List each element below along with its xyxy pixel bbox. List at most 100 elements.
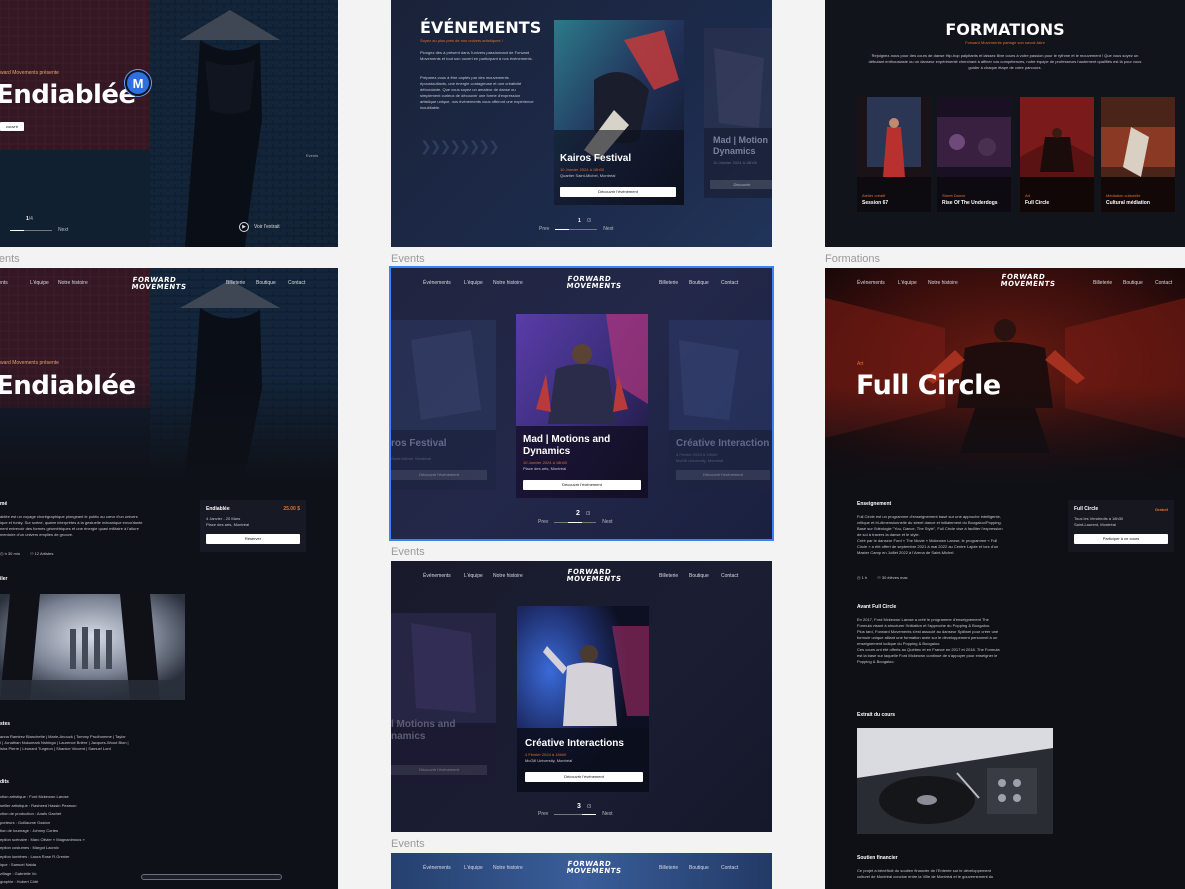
nav-billeterie[interactable]: Billeterie bbox=[659, 280, 678, 286]
carousel3-next-button[interactable]: Next bbox=[602, 811, 612, 817]
logo[interactable]: FORWARD MOVEMENTS bbox=[131, 276, 187, 291]
logo[interactable]: FORWARD MOVEMENTS bbox=[566, 275, 622, 290]
event-card-mad-preview[interactable]: Mad | Motion Dynamics 10 Janvier 2024 à … bbox=[704, 28, 772, 198]
nav-contact[interactable]: Contact bbox=[721, 280, 738, 286]
nav-histoire[interactable]: Notre histoire bbox=[928, 280, 958, 286]
carousel3-prev-button[interactable]: Prev bbox=[538, 811, 548, 817]
nav-equipe[interactable]: L'équipe bbox=[30, 280, 49, 286]
creative-discover-button[interactable]: Découvrir l'événement bbox=[525, 772, 643, 782]
nav-contact[interactable]: Contact bbox=[721, 865, 738, 871]
frame-carousel-creative[interactable]: Événements L'équipe Notre histoire FORWA… bbox=[391, 561, 772, 832]
nav-equipe[interactable]: L'équipe bbox=[464, 865, 483, 871]
events-prev-button[interactable]: Prev bbox=[539, 226, 549, 232]
extrait-heading: Extrait du cours bbox=[857, 712, 896, 718]
carousel2-card-right[interactable]: Créative Interaction 4 Février 2024 à 18… bbox=[669, 320, 772, 490]
nav-evenements[interactable]: Événements bbox=[423, 280, 451, 286]
nav-boutique[interactable]: Boutique bbox=[1123, 280, 1143, 286]
carousel2-right-button[interactable]: Découvrir l'événement bbox=[676, 470, 770, 480]
nav-boutique[interactable]: Boutique bbox=[689, 865, 709, 871]
mad-preview-photo bbox=[704, 28, 772, 198]
nav-boutique[interactable]: Boutique bbox=[256, 280, 276, 286]
nav-billeterie[interactable]: Billeterie bbox=[659, 573, 678, 579]
nav-contact[interactable]: Contact bbox=[288, 280, 305, 286]
formation-card-fullcircle[interactable]: Art Full Circle bbox=[1020, 97, 1094, 212]
logo[interactable]: FORWARD MOVEMENTS bbox=[566, 568, 622, 583]
hero-discover-button[interactable]: couvrir bbox=[0, 122, 24, 131]
nav-histoire[interactable]: Notre histoire bbox=[58, 280, 88, 286]
carousel2-card-center[interactable]: Mad | Motions and Dynamics 10 Janvier 20… bbox=[516, 314, 648, 498]
nav-boutique[interactable]: Boutique bbox=[689, 280, 709, 286]
event-card-kairos[interactable]: Kairos Festival 10 Janvier 2024 à 18h00 … bbox=[554, 20, 684, 205]
nav-billeterie[interactable]: Billeterie bbox=[226, 280, 245, 286]
logo[interactable]: FORWARD MOVEMENTS bbox=[1000, 273, 1056, 288]
frame-formations[interactable]: FORMATIONS Forward Movements partage son… bbox=[825, 0, 1185, 247]
nav-equipe[interactable]: L'équipe bbox=[464, 280, 483, 286]
frame-fullcircle[interactable]: Événements L'équipe Notre histoire FORWA… bbox=[825, 268, 1185, 889]
hours-text: ◷ 1 h bbox=[857, 575, 868, 580]
nav-contact[interactable]: Contact bbox=[721, 573, 738, 579]
hero-progress-line bbox=[10, 229, 52, 231]
nav-evenements[interactable]: Événements bbox=[423, 573, 451, 579]
participate-button[interactable]: Participer à ce cours bbox=[1074, 534, 1168, 544]
fullcircle-card-photo bbox=[1020, 97, 1094, 212]
carousel2-left-title: ros Festival bbox=[391, 438, 447, 449]
extrait-video[interactable] bbox=[857, 728, 1053, 834]
frame-events-intro[interactable]: ÉVÉNEMENTS Soyez au plus près de nos uni… bbox=[391, 0, 772, 247]
carousel3-card-left[interactable]: l Motions and namics Découvrir l'événeme… bbox=[391, 613, 496, 783]
enseignement-text: Full Circle est un programme d'enseignem… bbox=[857, 514, 1003, 555]
nav-evenements[interactable]: Événements bbox=[0, 280, 8, 286]
formation-card-underdogs[interactable]: Street Dance Rise Of The Underdogs bbox=[937, 97, 1011, 212]
kairos-discover-button[interactable]: Découvrir l'événement bbox=[560, 187, 676, 197]
carousel2-right-place: McGill University, Montréal bbox=[676, 458, 724, 463]
carousel3-left-button[interactable]: Découvrir l'événement bbox=[391, 765, 487, 775]
events-heading: ÉVÉNEMENTS bbox=[420, 18, 542, 37]
carousel2-next-button[interactable]: Next bbox=[602, 519, 612, 525]
mad-place: Place des arts, Montréal bbox=[523, 466, 567, 471]
carousel3-card-center[interactable]: Créative Interactions 4 Février 2024 à 1… bbox=[517, 606, 649, 792]
frame-endiablee-detail[interactable]: Événements L'équipe Notre histoire FORWA… bbox=[0, 268, 338, 889]
session67-title: Session 67 bbox=[862, 200, 889, 206]
events-next-button[interactable]: Next bbox=[603, 226, 613, 232]
underdogs-title: Rise Of The Underdogs bbox=[942, 200, 998, 206]
nav-histoire[interactable]: Notre histoire bbox=[493, 865, 523, 871]
watch-trailer-button[interactable]: ▶ Voir l'extrait bbox=[239, 222, 280, 232]
nav-histoire[interactable]: Notre histoire bbox=[493, 280, 523, 286]
logo[interactable]: FORWARD MOVEMENTS bbox=[566, 860, 622, 875]
events-pager-count: 1/3 bbox=[578, 218, 591, 224]
course-card: Full Circle Gratuit Tous les Vendredis à… bbox=[1068, 500, 1174, 552]
formation-card-session67[interactable]: Atelier créatif Session 67 bbox=[857, 97, 931, 212]
nav-histoire[interactable]: Notre histoire bbox=[493, 573, 523, 579]
mad-preview-button[interactable]: Découvrir bbox=[710, 180, 772, 189]
nav-evenements[interactable]: Événements bbox=[857, 280, 885, 286]
carousel2-pager-count: 2/3 bbox=[576, 510, 591, 517]
horizontal-scrollbar[interactable] bbox=[141, 874, 282, 880]
carousel3-pager-count: 3/3 bbox=[577, 803, 592, 810]
hero-photo bbox=[0, 0, 338, 247]
hero-avatar[interactable]: M bbox=[125, 70, 151, 96]
reserve-button[interactable]: Réserver bbox=[206, 534, 300, 544]
frame-carousel-mad[interactable]: Événements L'équipe Notre histoire FORWA… bbox=[389, 266, 774, 541]
trailer-video[interactable] bbox=[0, 594, 185, 700]
nav-contact[interactable]: Contact bbox=[1155, 280, 1172, 286]
hero-next-button[interactable]: Next bbox=[58, 227, 68, 233]
carousel2-card-left[interactable]: ros Festival Saint-Michel, Montréal Déco… bbox=[391, 320, 496, 490]
frame-hero[interactable]: ward Movements présente Endiablée M couv… bbox=[0, 0, 338, 247]
trailer-thumbnail bbox=[0, 594, 185, 700]
nav-boutique[interactable]: Boutique bbox=[689, 573, 709, 579]
formations-heading: FORMATIONS bbox=[945, 20, 1065, 39]
formation-card-cultural[interactable]: Médiation culturelle Cultural médiation bbox=[1101, 97, 1175, 212]
frame-events-partial[interactable]: Événements L'équipe Notre histoire FORWA… bbox=[391, 853, 772, 889]
carousel2-pager: Prev Next bbox=[538, 519, 613, 525]
ticket-title: Endiablée bbox=[206, 506, 230, 512]
nav-equipe[interactable]: L'équipe bbox=[898, 280, 917, 286]
artists-heading: stes bbox=[0, 721, 11, 727]
nav-billeterie[interactable]: Billeterie bbox=[1093, 280, 1112, 286]
nav-evenements[interactable]: Événements bbox=[423, 865, 451, 871]
mad-discover-button[interactable]: Découvrir l'événement bbox=[523, 480, 641, 490]
nav-billeterie[interactable]: Billeterie bbox=[659, 865, 678, 871]
nav-equipe[interactable]: L'équipe bbox=[464, 573, 483, 579]
students-text: ⚇ 30 élèves max bbox=[877, 575, 908, 580]
carousel2-prev-button[interactable]: Prev bbox=[538, 519, 548, 525]
carousel2-left-button[interactable]: Découvrir l'événement bbox=[391, 470, 487, 480]
carousel3-left-button-label: Découvrir l'événement bbox=[419, 767, 459, 772]
